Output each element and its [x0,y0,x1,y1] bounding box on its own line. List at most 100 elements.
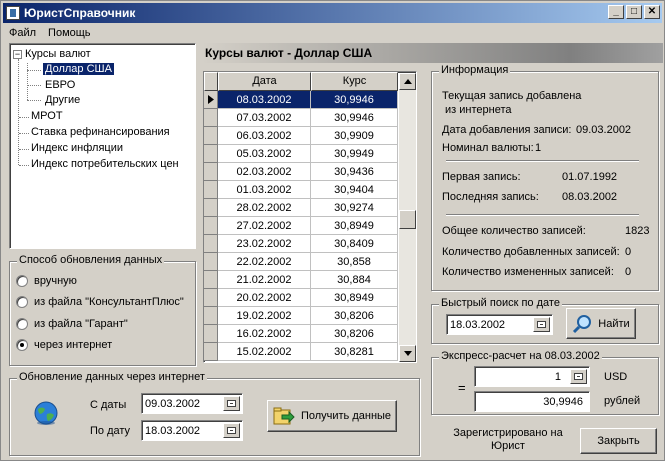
date-cell[interactable]: 16.02.2002 [218,325,311,343]
tree-item-inflation-index[interactable]: Индекс инфляции [31,141,123,156]
table-row[interactable]: 22.02.2002 30,858 [204,253,398,271]
rate-cell[interactable]: 30,9404 [311,181,398,199]
rate-cell[interactable]: 30,9274 [311,199,398,217]
table-row[interactable]: 15.02.2002 30,8281 [204,343,398,361]
row-indicator[interactable] [204,307,218,325]
calendar-dropdown-button[interactable] [223,423,240,438]
date-cell[interactable]: 08.03.2002 [218,91,311,109]
scroll-thumb[interactable] [399,210,416,229]
close-button[interactable]: Закрыть [580,428,657,454]
table-row[interactable]: 27.02.2002 30,8949 [204,217,398,235]
row-indicator[interactable] [204,199,218,217]
rate-cell[interactable]: 30,8949 [311,289,398,307]
row-indicator[interactable] [204,217,218,235]
to-date-field[interactable]: 18.03.2002 [141,420,243,441]
tree-item-other[interactable]: Другие [45,93,80,108]
rate-cell[interactable]: 30,8949 [311,217,398,235]
table-row[interactable]: 20.02.2002 30,8949 [204,289,398,307]
scroll-down-button[interactable] [399,345,416,362]
table-row[interactable]: 01.03.2002 30,9404 [204,181,398,199]
from-date-field[interactable]: 09.03.2002 [141,393,243,414]
rate-cell[interactable]: 30,9436 [311,163,398,181]
row-indicator[interactable] [204,253,218,271]
amount-field[interactable]: 1 [474,366,590,387]
date-cell[interactable]: 05.03.2002 [218,145,311,163]
rate-cell[interactable]: 30,8206 [311,307,398,325]
rate-cell[interactable]: 30,9946 [311,109,398,127]
category-tree[interactable]: − Курсы валют Доллар США ЕВРО Другие МРОТ… [9,43,196,249]
radio-internet[interactable]: через интернет [16,339,112,351]
collapse-icon[interactable]: − [13,49,22,59]
radio-manual[interactable]: вручную [16,275,77,287]
table-row[interactable]: 23.02.2002 30,8409 [204,235,398,253]
minimize-button[interactable]: _ [608,5,624,19]
date-cell[interactable]: 22.02.2002 [218,253,311,271]
find-button[interactable]: Найти [566,308,636,339]
result-field[interactable]: 30,9946 [474,391,590,412]
column-header-date[interactable]: Дата [218,72,311,91]
date-cell[interactable]: 21.02.2002 [218,271,311,289]
tree-item-usd[interactable]: Доллар США [43,62,114,77]
row-indicator[interactable] [204,109,218,127]
table-row[interactable]: 06.03.2002 30,9909 [204,127,398,145]
menu-help[interactable]: Помощь [42,27,97,39]
rate-cell[interactable]: 30,9909 [311,127,398,145]
maximize-button[interactable]: □ [626,5,642,19]
date-cell[interactable]: 27.02.2002 [218,217,311,235]
calendar-dropdown-button[interactable] [533,317,550,332]
rate-cell[interactable]: 30,8281 [311,343,398,361]
tree-item-cpi[interactable]: Индекс потребительских цен [31,157,179,172]
tree-item-currency-rates[interactable]: − Курсы валют [13,47,91,62]
date-cell[interactable]: 06.03.2002 [218,127,311,145]
row-indicator[interactable] [204,91,218,109]
date-cell[interactable]: 15.02.2002 [218,343,311,361]
table-row[interactable]: 21.02.2002 30,884 [204,271,398,289]
calendar-dropdown-button[interactable] [223,396,240,411]
rate-cell[interactable]: 30,8409 [311,235,398,253]
close-window-button[interactable]: ✕ [644,5,660,19]
table-row[interactable]: 07.03.2002 30,9946 [204,109,398,127]
date-cell[interactable]: 28.02.2002 [218,199,311,217]
title-bar[interactable]: ЮристСправочник _ □ ✕ [3,3,662,23]
scroll-up-button[interactable] [399,73,416,90]
table-row[interactable]: 19.02.2002 30,8206 [204,307,398,325]
date-cell[interactable]: 02.03.2002 [218,163,311,181]
rate-cell[interactable]: 30,9946 [311,91,398,109]
search-date-field[interactable]: 18.03.2002 [446,314,553,335]
radio-garant-file[interactable]: из файла "Гарант" [16,318,128,330]
column-header-rate[interactable]: Курс [311,72,398,91]
table-row[interactable]: 28.02.2002 30,9274 [204,199,398,217]
radio-consultant-file[interactable]: из файла "КонсультантПлюс" [16,296,184,308]
rates-table[interactable]: Дата Курс 08.03.2002 30,9946 07.03.2002 30,… [203,71,417,363]
tree-item-refinancing-rate[interactable]: Ставка рефинансирования [31,125,170,140]
tree-line [19,149,29,150]
row-indicator[interactable] [204,325,218,343]
date-cell[interactable]: 19.02.2002 [218,307,311,325]
row-indicator[interactable] [204,343,218,361]
rate-cell[interactable]: 30,9949 [311,145,398,163]
tree-item-mrot[interactable]: МРОТ [31,109,63,124]
rate-cell[interactable]: 30,884 [311,271,398,289]
row-indicator[interactable] [204,235,218,253]
get-data-button[interactable]: Получить данные [267,400,397,432]
date-cell[interactable]: 23.02.2002 [218,235,311,253]
row-indicator[interactable] [204,271,218,289]
menu-file[interactable]: Файл [3,27,42,39]
calculator-button[interactable] [570,369,587,384]
table-row[interactable]: 05.03.2002 30,9949 [204,145,398,163]
row-indicator[interactable] [204,127,218,145]
date-cell[interactable]: 01.03.2002 [218,181,311,199]
tree-item-euro[interactable]: ЕВРО [45,78,75,93]
row-indicator[interactable] [204,289,218,307]
date-cell[interactable]: 07.03.2002 [218,109,311,127]
row-indicator[interactable] [204,181,218,199]
row-indicator[interactable] [204,145,218,163]
rate-cell[interactable]: 30,858 [311,253,398,271]
date-cell[interactable]: 20.02.2002 [218,289,311,307]
table-scrollbar[interactable] [399,73,416,362]
rate-cell[interactable]: 30,8206 [311,325,398,343]
row-indicator[interactable] [204,163,218,181]
table-row[interactable]: 16.02.2002 30,8206 [204,325,398,343]
table-row[interactable]: 02.03.2002 30,9436 [204,163,398,181]
table-row[interactable]: 08.03.2002 30,9946 [204,91,398,109]
